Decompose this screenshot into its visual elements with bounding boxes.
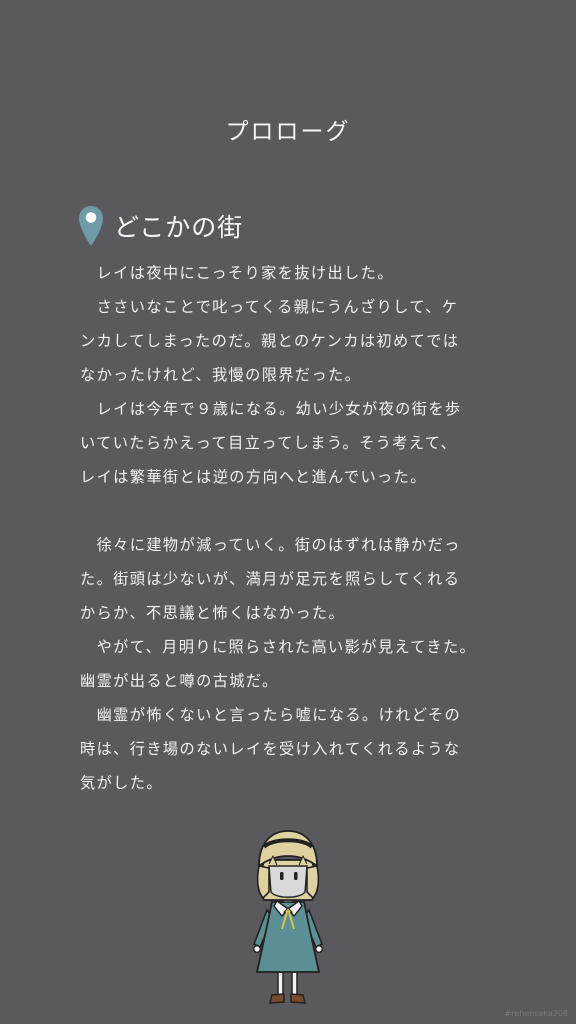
location-header: どこかの街 xyxy=(78,204,243,248)
story-line: からか、不思議と怖くはなかった。 xyxy=(80,604,346,622)
story-line: いていたらかえって目立ってしまう。そう考えて、 xyxy=(80,434,458,452)
story-paragraph-gap xyxy=(80,494,496,528)
story-line: ささいなことで叱ってくる親にうんざりして、ケ xyxy=(80,298,459,316)
story-line: レイは今年で９歳になる。幼い少女が夜の街を歩 xyxy=(80,400,462,418)
map-pin-icon xyxy=(79,206,103,246)
story-line: 幽霊が怖くないと言ったら嘘になる。けれどその xyxy=(80,706,462,724)
story-line: 幽霊が出ると噂の古城だ。 xyxy=(80,672,279,690)
story-line: 徐々に建物が減っていく。街のはずれは静かだっ xyxy=(80,536,461,554)
story-line: レイは繁華街とは逆の方向へと進んでいった。 xyxy=(80,468,427,486)
story-line: ンカしてしまったのだ。親とのケンカは初めてでは xyxy=(80,332,460,350)
story-line: 時は、行き場のないレイを受け入れてくれるような xyxy=(80,740,461,758)
story-line: なかったけれど、我慢の限界だった。 xyxy=(80,366,362,384)
location-label: どこかの街 xyxy=(114,213,244,242)
story-line: た。街頭は少ないが、満月が足元を照らしてくれる xyxy=(80,570,461,588)
story-line: やがて、月明りに照らされた高い影が見えてきた。 xyxy=(80,638,477,656)
watermark: #rehensaka208 xyxy=(504,1009,568,1018)
story-line: 気がした。 xyxy=(80,774,163,792)
page-title: プロローグ xyxy=(225,119,351,145)
story-text: レイは夜中にこっそり家を抜け出した。 ささいなことで叱ってくる親にうんざりして、… xyxy=(80,256,496,800)
girl-character-illustration xyxy=(252,830,324,1004)
story-line: レイは夜中にこっそり家を抜け出した。 xyxy=(80,264,394,282)
